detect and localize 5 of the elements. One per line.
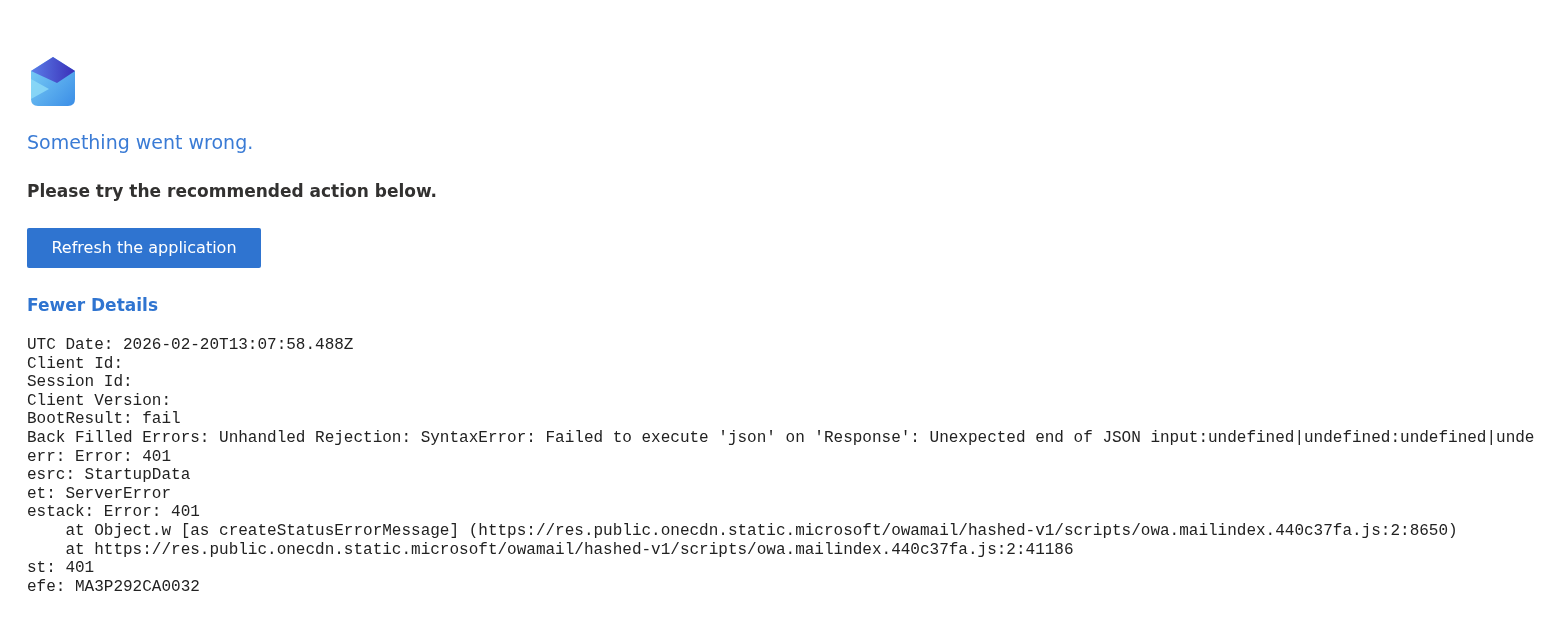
details-toggle-link[interactable]: Fewer Details: [27, 294, 158, 316]
error-details: UTC Date: 2026-02-20T13:07:58.488Z Client Id: Session Id: Client Version: BootResult: fail Back Filled Errors: Unhandled Rejection: SyntaxError: Failed to execute 'json' on 'Response': Unexpected end of JSON input:undefined|undefined:undefined|unde err: Error: 401 esrc: StartupData et: ServerError estack: Error: 401 at Object.w [as createStatusErrorMessage] (https://res.public.onecdn.static.microsoft/owamail/hashed-v1/scripts/owa.mailindex.440c37fa.js:2:8650) at https://res.public.onecdn.static.microsoft/owamail/hashed-v1/scripts/owa.mailindex.440c37fa.js:2:41186 st: 401 efe: MA3P292CA0032: [27, 336, 1536, 597]
error-heading: Something went wrong.: [27, 130, 255, 154]
instruction-text: Please try the recommended action below.: [27, 180, 439, 202]
refresh-button[interactable]: Refresh the application: [27, 228, 261, 268]
